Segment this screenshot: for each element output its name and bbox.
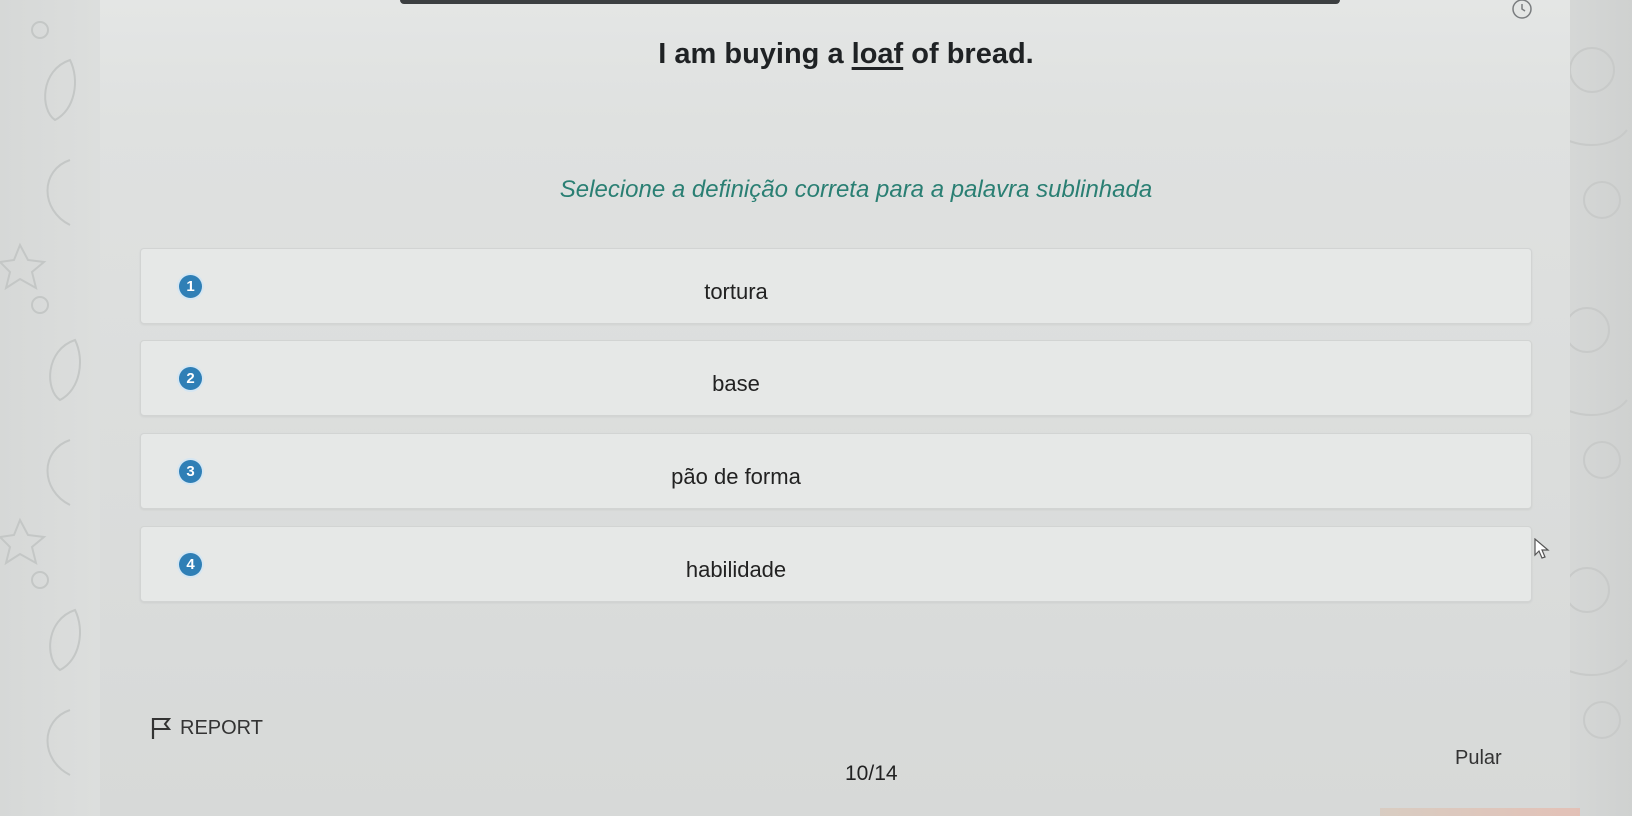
question-progress: 10/14 bbox=[845, 762, 898, 785]
option-label: pão de forma bbox=[671, 464, 801, 489]
mouse-pointer-icon bbox=[1534, 538, 1550, 559]
answer-option-3[interactable]: 3 pão de forma bbox=[140, 433, 1532, 509]
answer-option-2[interactable]: 2 base bbox=[140, 340, 1532, 416]
target-word: loaf bbox=[851, 38, 904, 70]
option-label: tortura bbox=[704, 279, 768, 304]
skip-button[interactable]: Pular bbox=[1455, 747, 1502, 770]
answer-option-4[interactable]: 4 habilidade bbox=[140, 526, 1532, 602]
timer-icon bbox=[1512, 0, 1532, 19]
option-label: base bbox=[712, 371, 760, 396]
question-sentence: I am buying a loaf of bread. bbox=[0, 38, 1632, 71]
bottom-edge-strip bbox=[1380, 808, 1580, 816]
top-progress-bar bbox=[400, 0, 1340, 4]
flag-icon bbox=[151, 718, 172, 739]
instruction-text: Selecione a definição correta para a pal… bbox=[559, 176, 1153, 203]
background-decoration-left bbox=[0, 0, 110, 816]
answer-option-1[interactable]: 1 tortura bbox=[140, 248, 1532, 324]
sentence-before: I am buying a bbox=[658, 38, 852, 70]
report-button[interactable]: REPORT bbox=[150, 716, 263, 740]
option-label: habilidade bbox=[685, 557, 787, 582]
sentence-after: of bread. bbox=[903, 38, 1034, 70]
report-label: REPORT bbox=[180, 716, 263, 739]
